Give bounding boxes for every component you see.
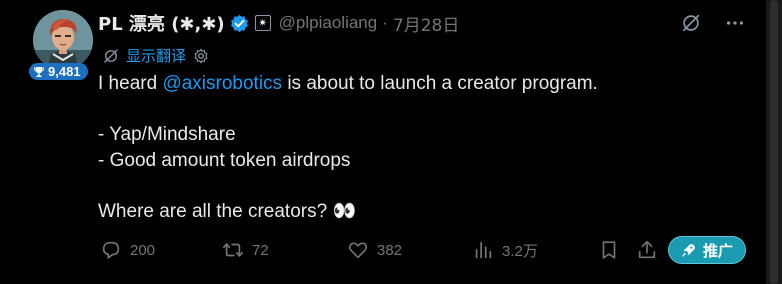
separator-dot: · — [382, 13, 388, 32]
promote-label: 推广 — [702, 241, 733, 260]
like-button[interactable]: 382 — [347, 234, 402, 266]
tweet-line: - Good amount token airdrops — [98, 149, 351, 171]
action-bar: 200 72 382 3.2万 推广 — [98, 234, 748, 266]
tweet-text: I heard @axisrobotics is about to launch… — [98, 71, 738, 224]
bookmark-icon — [602, 241, 616, 259]
reply-icon — [102, 241, 120, 259]
reply-count: 200 — [130, 241, 156, 259]
retweet-count: 72 — [252, 241, 269, 259]
tweet-text-segment: I heard — [98, 73, 163, 94]
display-name[interactable]: PL 漂亮 (✱,✱) — [98, 10, 225, 36]
tweet-line: I heard @axisrobotics is about to launch… — [98, 71, 738, 97]
heart-icon — [348, 242, 368, 259]
translate-row: 显示翻译 — [102, 45, 210, 66]
grok-icon[interactable] — [680, 12, 702, 34]
tweet-header: PL 漂亮 (✱,✱) ✷ @plpiaoliang · 7月28日 — [98, 10, 459, 36]
share-button[interactable] — [636, 234, 658, 266]
score-value: 9,481 — [48, 64, 81, 79]
tweet-line: Where are all the creators? 👀 — [98, 200, 357, 222]
promote-button[interactable]: 推广 — [668, 236, 746, 264]
rocket-icon — [682, 244, 695, 257]
view-count: 3.2万 — [502, 242, 538, 260]
more-options-icon[interactable] — [724, 12, 746, 34]
analytics-icon — [475, 241, 492, 259]
share-icon — [638, 240, 656, 259]
reply-button[interactable]: 200 — [100, 234, 155, 266]
retweet-icon — [223, 243, 243, 257]
retweet-button[interactable]: 72 — [222, 234, 269, 266]
show-translation-link[interactable]: 显示翻译 — [126, 45, 186, 66]
scrollbar-thumb[interactable] — [770, 0, 778, 284]
tweet-line: - Yap/Mindshare — [98, 124, 236, 145]
avatar[interactable] — [33, 10, 93, 70]
header-actions — [680, 12, 746, 34]
tweet-text-segment: is about to launch a creator program. — [282, 73, 598, 94]
views-button[interactable]: 3.2万 — [472, 234, 538, 266]
verified-badge-icon[interactable] — [230, 14, 249, 33]
bookmark-button[interactable] — [598, 234, 620, 266]
scrollbar[interactable] — [766, 0, 782, 284]
affiliate-icon[interactable]: ✷ — [254, 15, 271, 31]
like-count: 382 — [377, 241, 403, 259]
mention-link[interactable]: @axisrobotics — [162, 73, 282, 94]
post-date[interactable]: 7月28日 — [393, 11, 459, 36]
gear-icon[interactable] — [192, 47, 210, 65]
avatar-image — [33, 10, 93, 70]
trophy-icon — [33, 66, 45, 77]
grok-translate-icon — [104, 48, 118, 63]
score-badge: 9,481 — [29, 63, 88, 80]
user-handle[interactable]: @plpiaoliang — [279, 13, 378, 33]
